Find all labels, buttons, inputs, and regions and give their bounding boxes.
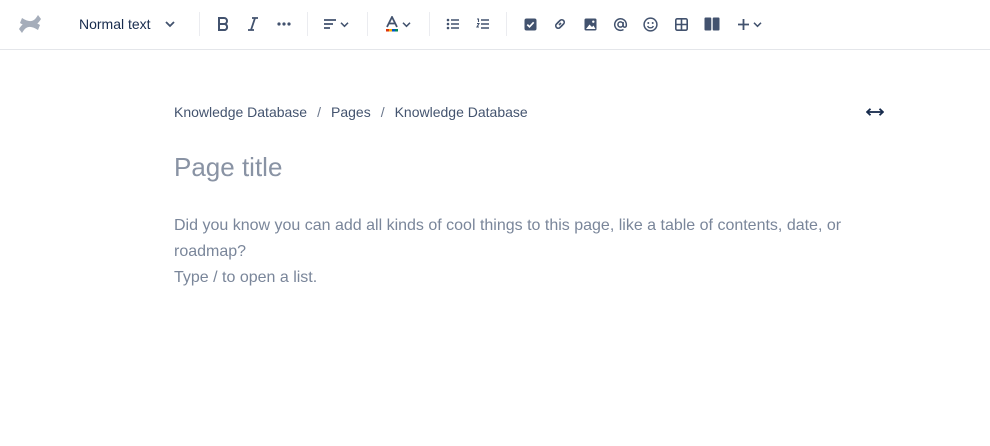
toolbar-divider — [429, 12, 430, 36]
emoji-button[interactable] — [640, 10, 660, 38]
full-width-toggle[interactable] — [862, 103, 888, 121]
toolbar-divider — [199, 12, 200, 36]
mention-button[interactable] — [610, 10, 630, 38]
image-button[interactable] — [580, 10, 600, 38]
breadcrumb-item-space[interactable]: Knowledge Database — [174, 104, 307, 120]
bold-icon — [218, 17, 229, 31]
action-item-button[interactable] — [520, 10, 540, 38]
chevron-down-icon — [752, 21, 762, 27]
numbered-list-icon — [476, 18, 489, 29]
toolbar-divider — [367, 12, 368, 36]
body-placeholder-line: Did you know you can add all kinds of co… — [174, 217, 842, 260]
alignment-dropdown[interactable] — [320, 10, 352, 38]
breadcrumb-item-parent[interactable]: Knowledge Database — [395, 104, 528, 120]
align-left-icon — [324, 19, 336, 29]
table-button[interactable] — [671, 10, 691, 38]
breadcrumb-separator: / — [380, 104, 385, 120]
expand-width-icon — [866, 108, 884, 116]
bold-button[interactable] — [212, 10, 234, 38]
page-title-input[interactable]: Page title — [174, 152, 282, 183]
text-style-label: Normal text — [79, 16, 151, 32]
more-icon — [277, 22, 291, 26]
text-color-dropdown[interactable] — [382, 10, 414, 38]
bullet-list-icon — [446, 18, 459, 30]
editor-body[interactable]: Did you know you can add all kinds of co… — [174, 213, 894, 291]
body-placeholder-line: Type / to open a list. — [174, 269, 318, 286]
toolbar-divider — [506, 12, 507, 36]
italic-icon — [248, 17, 258, 31]
text-color-icon — [386, 16, 398, 32]
link-icon — [555, 19, 565, 29]
breadcrumb-separator: / — [317, 104, 321, 120]
text-style-dropdown[interactable]: Normal text — [72, 10, 175, 38]
emoji-icon — [642, 16, 658, 32]
chevron-down-icon — [164, 21, 175, 28]
chevron-down-icon — [402, 21, 411, 27]
breadcrumb: Knowledge Database / Pages / Knowledge D… — [174, 104, 528, 120]
layouts-button[interactable] — [701, 10, 723, 38]
link-button[interactable] — [550, 10, 570, 38]
mention-icon — [613, 17, 627, 31]
editor-toolbar: Normal text — [0, 0, 990, 50]
table-icon — [674, 17, 688, 31]
plus-icon — [737, 18, 749, 30]
image-icon — [584, 18, 596, 30]
bullet-list-button[interactable] — [443, 10, 463, 38]
chevron-down-icon — [340, 21, 349, 27]
insert-dropdown[interactable] — [733, 10, 765, 38]
breadcrumb-item-pages[interactable]: Pages — [331, 104, 371, 120]
italic-button[interactable] — [243, 10, 263, 38]
confluence-logo-icon[interactable] — [16, 11, 44, 37]
toolbar-divider — [307, 12, 308, 36]
numbered-list-button[interactable] — [473, 10, 493, 38]
checkbox-icon — [524, 18, 536, 30]
layout-icon — [704, 17, 720, 31]
more-formatting-button[interactable] — [273, 10, 295, 38]
